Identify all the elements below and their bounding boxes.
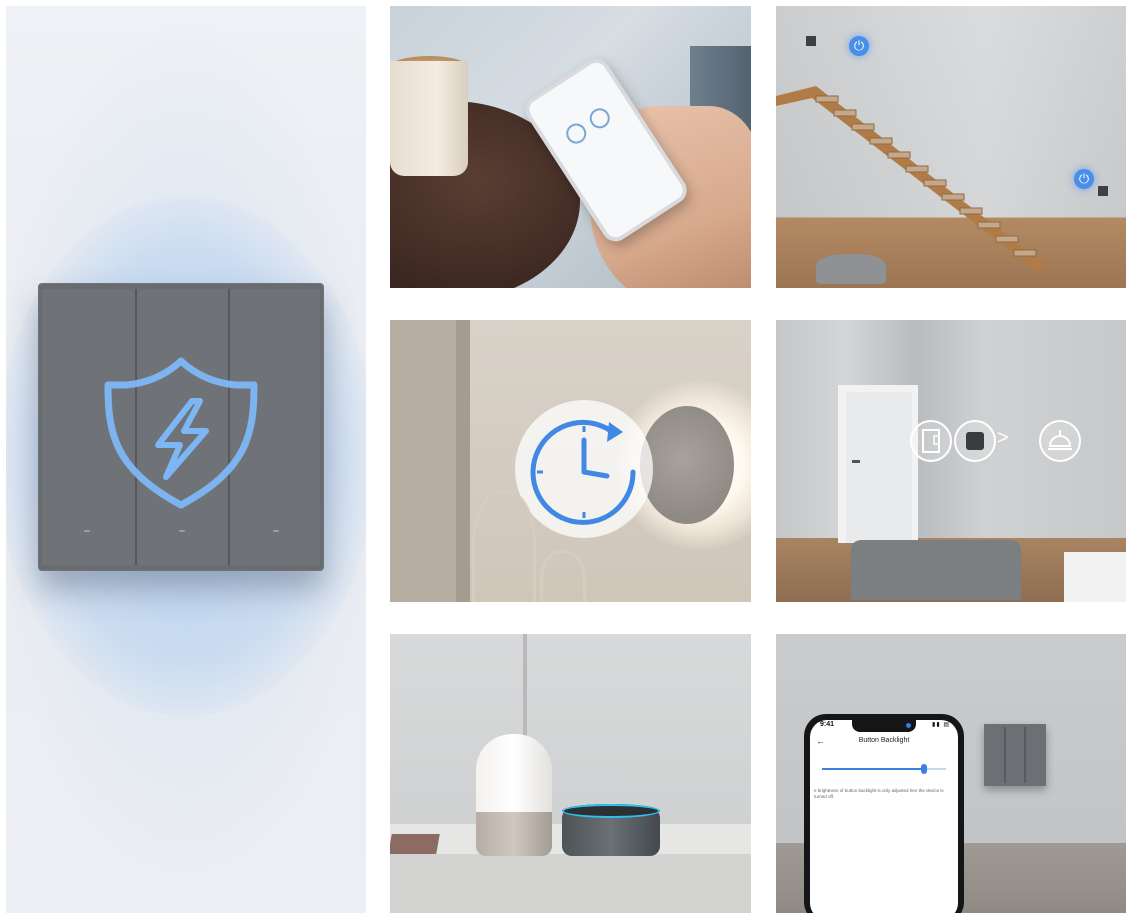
slider-thumb[interactable] (920, 764, 927, 774)
photo-button-backlight-app: 9:41 ▮▮ ▤ ← Button Backlight e brightnes… (776, 634, 1126, 913)
status-time: 9:41 (820, 721, 835, 728)
wall-switch (806, 36, 816, 46)
app-device-icon (585, 104, 614, 133)
clock-bubble (515, 400, 653, 538)
door (846, 392, 912, 543)
photo-voice-assistant-speakers (390, 634, 751, 913)
switch-indicator-led (84, 530, 90, 532)
photo-phone-control (390, 6, 751, 288)
power-icon: ⏻ (1074, 169, 1094, 189)
decorative-vase (540, 550, 586, 602)
lamp-pole (523, 634, 527, 744)
power-icon: ⏻ (849, 36, 869, 56)
three-gang-wall-switch (38, 283, 324, 571)
clock-timer-icon (530, 419, 636, 525)
echo-light-ring (562, 804, 660, 818)
smartphone: 9:41 ▮▮ ▤ ← Button Backlight e brightnes… (804, 714, 964, 913)
camera-dot (906, 723, 911, 728)
coffee-cup (390, 61, 468, 176)
magazine (390, 834, 440, 854)
door-handle (852, 460, 860, 463)
backlight-description: e brightness of button backlight is only… (814, 788, 944, 799)
side-table (1064, 552, 1126, 602)
switch-indicator-led (179, 530, 185, 532)
slider-fill (822, 768, 924, 770)
smart-speaker-base (476, 812, 552, 856)
backlight-slider[interactable] (822, 768, 946, 770)
decorative-vase (472, 490, 536, 602)
screen-title: Button Backlight (858, 737, 910, 744)
photo-staircase-switches: ⏻ ⏻ (776, 6, 1126, 288)
table-front (390, 854, 751, 913)
photo-timer-wall-light (390, 320, 751, 602)
app-screen: 9:41 ▮▮ ▤ ← Button Backlight e brightnes… (810, 720, 958, 913)
switch-icon (954, 420, 996, 462)
status-icons: ▮▮ ▤ (932, 722, 950, 728)
shield-lightning-icon (104, 357, 258, 509)
ceiling-light-icon (1039, 420, 1081, 462)
pillar (456, 320, 470, 602)
app-device-icon (562, 119, 591, 148)
wall-switch (984, 724, 1046, 786)
pouf (816, 254, 886, 284)
switch-indicator-led (273, 530, 279, 532)
hero-panel (6, 6, 366, 913)
photo-scene-automation: > (776, 320, 1126, 602)
door-sensor-icon (910, 420, 952, 462)
wall-light-disc (640, 406, 734, 524)
flow-arrow: > (997, 427, 1009, 449)
sofa (851, 540, 1021, 600)
